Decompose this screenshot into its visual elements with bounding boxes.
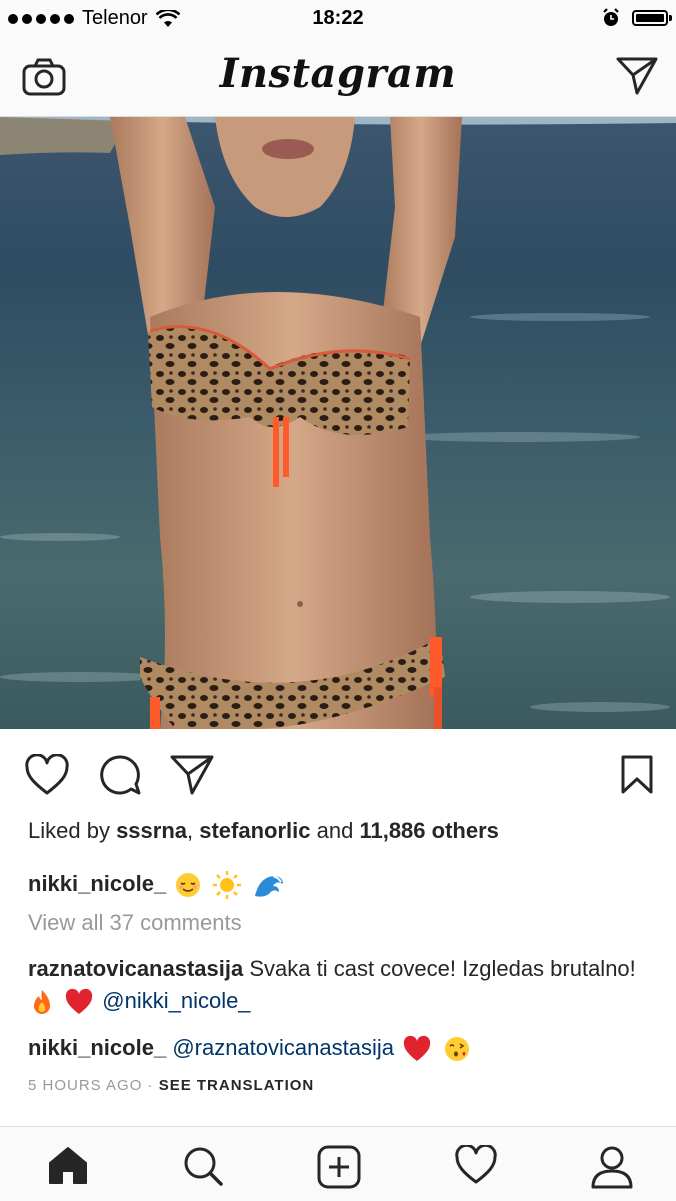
- status-right: [602, 8, 672, 28]
- liked-separator: ,: [187, 818, 200, 843]
- post-caption: nikki_nicole_: [28, 870, 287, 900]
- likes-count-link[interactable]: 11,886 others: [359, 818, 498, 843]
- caption-username[interactable]: nikki_nicole_: [28, 871, 166, 896]
- activity-heart-icon[interactable]: [454, 1145, 498, 1185]
- comment-username[interactable]: raznatovicanastasija: [28, 956, 243, 981]
- liked-user-link[interactable]: stefanorlic: [199, 818, 310, 843]
- battery-icon: [632, 10, 672, 26]
- comment-item: raznatovicanastasija Svaka ti cast covec…: [28, 953, 648, 1017]
- comment-mention-link[interactable]: @raznatovicanastasija: [172, 1035, 394, 1060]
- comment-mention-link[interactable]: @nikki_nicole_: [102, 988, 250, 1013]
- search-icon[interactable]: [182, 1145, 224, 1187]
- view-all-comments-link[interactable]: View all 37 comments: [28, 910, 242, 936]
- new-post-plus-icon[interactable]: [317, 1145, 361, 1189]
- bookmark-save-icon[interactable]: [620, 754, 654, 796]
- kissing-face-emoji-icon: [445, 1037, 470, 1061]
- share-paper-plane-icon[interactable]: [170, 754, 214, 796]
- liked-by-prefix: Liked by: [28, 818, 117, 843]
- instagram-logo: Instagram: [219, 50, 457, 97]
- red-heart-emoji-icon: [65, 989, 93, 1015]
- likes-summary[interactable]: Liked by sssrna, stefanorlic and 11,886 …: [28, 818, 499, 844]
- fire-emoji-icon: [34, 990, 50, 1015]
- direct-message-icon[interactable]: [616, 56, 658, 96]
- comment-item: nikki_nicole_ @raznatovicanastasija: [28, 1034, 474, 1064]
- comment-text: Svaka ti cast covece! Izgledas brutalno!: [243, 956, 636, 981]
- red-heart-emoji-icon: [403, 1035, 431, 1061]
- post-action-bar: [0, 730, 676, 816]
- bottom-tab-bar: [0, 1126, 676, 1201]
- clock: 18:22: [312, 7, 364, 29]
- comment-icon[interactable]: [98, 754, 142, 796]
- wave-emoji-icon: [254, 875, 283, 897]
- like-heart-icon[interactable]: [24, 754, 70, 796]
- profile-person-icon[interactable]: [590, 1145, 634, 1189]
- relieved-face-emoji-icon: [176, 873, 201, 897]
- post-meta: 5 HOURS AGO · SEE TRANSLATION: [28, 1077, 314, 1094]
- post-timestamp: 5 HOURS AGO: [28, 1077, 143, 1094]
- status-bar: Telenor 18:22: [0, 0, 676, 38]
- home-icon[interactable]: [46, 1145, 90, 1185]
- post-photo[interactable]: [0, 117, 676, 729]
- post-photo-illustration: [0, 117, 676, 729]
- meta-separator: ·: [142, 1077, 159, 1094]
- liked-user-link[interactable]: sssrna: [116, 818, 187, 843]
- liked-and-text: and: [310, 818, 360, 843]
- sun-emoji-icon: [213, 871, 242, 899]
- alarm-icon: [603, 8, 619, 26]
- see-translation-link[interactable]: SEE TRANSLATION: [159, 1077, 315, 1094]
- comment-username[interactable]: nikki_nicole_: [28, 1035, 166, 1060]
- top-nav-bar: Instagram: [0, 38, 676, 117]
